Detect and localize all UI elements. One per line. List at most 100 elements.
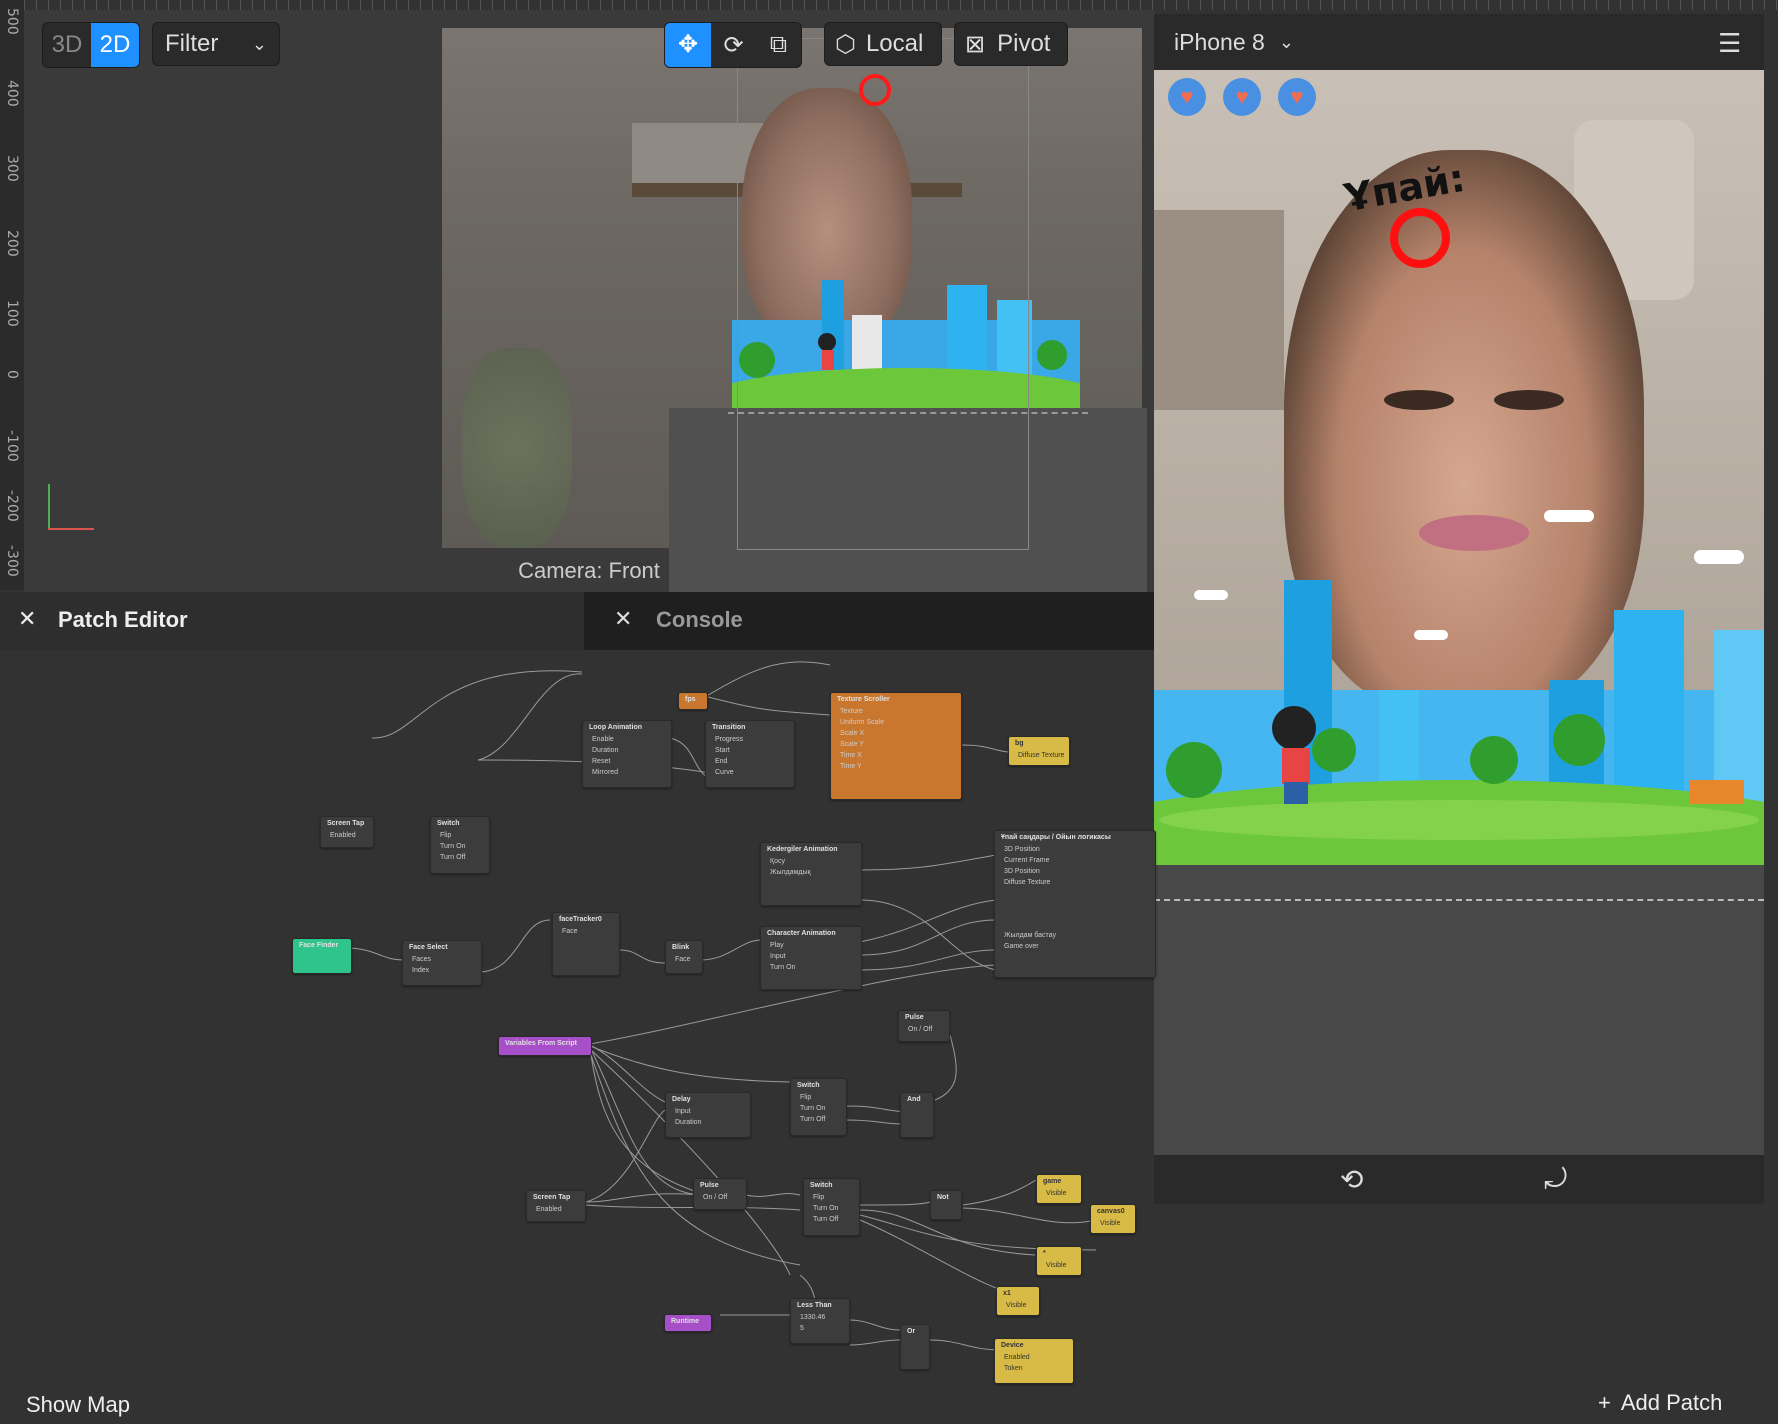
patch-port[interactable]: 3D Position: [995, 866, 1155, 877]
menu-icon[interactable]: ☰: [1718, 28, 1741, 59]
patch-port[interactable]: On / Off: [899, 1024, 949, 1035]
patch-port[interactable]: Жылдамдық: [761, 867, 861, 878]
tab-console[interactable]: ✕ Console: [584, 592, 1154, 650]
patch-canvas0[interactable]: canvas0 Visible: [1090, 1204, 1136, 1234]
patch-and[interactable]: And: [900, 1092, 934, 1138]
patch-port[interactable]: Play: [761, 940, 861, 951]
patch-port[interactable]: Scale Y: [831, 739, 961, 750]
patch-port[interactable]: Time Y: [831, 761, 961, 772]
patch-port[interactable]: Diffuse Texture: [995, 877, 1155, 888]
patch-port[interactable]: Enabled: [321, 830, 373, 841]
mode-3d-button[interactable]: 3D: [43, 31, 91, 59]
pivot-button[interactable]: ⊠ Pivot: [954, 22, 1068, 66]
patch-pulse[interactable]: Pulse On / Off: [898, 1010, 950, 1042]
patch-delay[interactable]: Delay Input Duration: [665, 1092, 751, 1138]
tab-patch-editor[interactable]: ✕ Patch Editor: [0, 592, 584, 650]
patch-port[interactable]: Enabled: [527, 1204, 585, 1215]
patch-port[interactable]: 3D Position: [995, 844, 1155, 855]
patch-port[interactable]: Visible: [1037, 1260, 1081, 1271]
patch-switch[interactable]: Switch Flip Turn On Turn Off: [790, 1078, 847, 1136]
local-button[interactable]: ⬡ Local: [824, 22, 942, 66]
patch-port[interactable]: Turn Off: [791, 1114, 846, 1125]
patch-port[interactable]: Texture: [831, 706, 961, 717]
patch-star[interactable]: * Visible: [1036, 1246, 1082, 1276]
patch-port[interactable]: Duration: [583, 745, 671, 756]
patch-port[interactable]: Turn On: [431, 841, 489, 852]
patch-port[interactable]: Қосу: [761, 856, 861, 867]
patch-or[interactable]: Or: [900, 1324, 930, 1370]
patch-port[interactable]: Turn Off: [804, 1214, 859, 1225]
patch-texture-scroller[interactable]: Texture Scroller Texture Uniform Scale S…: [830, 692, 962, 800]
patch-loop-animation[interactable]: Loop Animation Enable Duration Reset Mir…: [582, 720, 672, 788]
patch-port[interactable]: Enable: [583, 734, 671, 745]
device-preview-canvas[interactable]: ♥ ♥ ♥ Ұпай:: [1154, 70, 1764, 865]
patch-game[interactable]: game Visible: [1036, 1174, 1082, 1204]
patch-port[interactable]: Duration: [666, 1117, 750, 1128]
patch-port[interactable]: Turn On: [804, 1203, 859, 1214]
close-icon[interactable]: ✕: [18, 606, 36, 632]
patch-kedergiler-animation[interactable]: Kedergiler Animation Қосу Жылдамдық: [760, 842, 862, 906]
patch-port[interactable]: 1330.46: [791, 1312, 849, 1323]
patch-port[interactable]: Curve: [706, 767, 794, 778]
patch-port[interactable]: Turn Off: [431, 852, 489, 863]
patch-port[interactable]: Turn On: [791, 1103, 846, 1114]
transform-tools[interactable]: ✥ ⟳ ⧉: [664, 22, 802, 68]
patch-port[interactable]: Flip: [431, 830, 489, 841]
patch-port[interactable]: Visible: [997, 1300, 1039, 1311]
patch-screen-tap[interactable]: Screen Tap Enabled: [526, 1190, 586, 1222]
patch-port[interactable]: Uniform Scale: [831, 717, 961, 728]
view-mode-toggle[interactable]: 3D 2D: [42, 22, 140, 68]
patch-face-tracker[interactable]: faceTracker0 Face: [552, 912, 620, 976]
scale-icon[interactable]: ⧉: [756, 31, 801, 59]
patch-port[interactable]: Faces: [403, 954, 481, 965]
patch-port[interactable]: 5: [791, 1323, 849, 1334]
patch-device[interactable]: Device Enabled Token: [994, 1338, 1074, 1384]
patch-port[interactable]: Mirrored: [583, 767, 671, 778]
rotate-icon[interactable]: ⟳: [711, 31, 756, 60]
patch-port[interactable]: Time X: [831, 750, 961, 761]
patch-not[interactable]: Not: [930, 1190, 962, 1220]
patch-port[interactable]: Flip: [791, 1092, 846, 1103]
patch-port[interactable]: Enabled: [995, 1352, 1073, 1363]
patch-upai-logic[interactable]: Ұпай саңдары / Ойын логикасы 3D Position…: [994, 830, 1156, 978]
patch-port[interactable]: Progress: [706, 734, 794, 745]
patch-transition[interactable]: Transition Progress Start End Curve: [705, 720, 795, 788]
patch-port[interactable]: Scale X: [831, 728, 961, 739]
mode-2d-button[interactable]: 2D: [91, 23, 139, 67]
patch-port[interactable]: Face: [553, 926, 619, 937]
patch-port[interactable]: Жылдам бастау: [995, 930, 1155, 941]
switch-camera-icon[interactable]: ⟲: [1340, 1163, 1363, 1196]
patch-character-animation[interactable]: Character Animation Play Input Turn On: [760, 926, 862, 990]
patch-screen-tap[interactable]: Screen Tap Enabled: [320, 816, 374, 848]
close-icon[interactable]: ✕: [614, 606, 632, 632]
add-patch-button[interactable]: + Add Patch: [1598, 1390, 1722, 1416]
patch-port[interactable]: Start: [706, 745, 794, 756]
device-select[interactable]: iPhone 8 ⌄: [1164, 22, 1312, 62]
rotate-device-icon[interactable]: ⤾: [1544, 1163, 1567, 1196]
patch-face-select[interactable]: Face Select Faces Index: [402, 940, 482, 986]
patch-port[interactable]: Input: [666, 1106, 750, 1117]
patch-port[interactable]: Reset: [583, 756, 671, 767]
filter-dropdown[interactable]: Filter ⌄: [152, 22, 280, 66]
patch-port[interactable]: Face: [666, 954, 702, 965]
patch-switch[interactable]: Switch Flip Turn On Turn Off: [803, 1178, 860, 1236]
patch-port[interactable]: Visible: [1037, 1188, 1081, 1199]
show-map-button[interactable]: Show Map: [26, 1392, 130, 1418]
patch-port[interactable]: Game over: [995, 941, 1155, 952]
patch-port[interactable]: End: [706, 756, 794, 767]
patch-port[interactable]: Token: [995, 1363, 1073, 1374]
patch-switch[interactable]: Switch Flip Turn On Turn Off: [430, 816, 490, 874]
move-icon[interactable]: ✥: [665, 23, 711, 67]
patch-port[interactable]: Index: [403, 965, 481, 976]
patch-canvas[interactable]: fps Texture Scroller Texture Uniform Sca…: [0, 650, 1156, 1424]
patch-port[interactable]: On / Off: [694, 1192, 746, 1203]
patch-port[interactable]: Diffuse Texture: [1009, 750, 1069, 761]
patch-runtime[interactable]: Runtime: [664, 1314, 712, 1332]
patch-bg[interactable]: bg Diffuse Texture: [1008, 736, 1070, 766]
patch-fps[interactable]: fps: [678, 692, 708, 710]
patch-less-than[interactable]: Less Than 1330.46 5: [790, 1298, 850, 1344]
patch-port[interactable]: Current Frame: [995, 855, 1155, 866]
patch-variables-from-script[interactable]: Variables From Script: [498, 1036, 592, 1056]
patch-x1[interactable]: x1 Visible: [996, 1286, 1040, 1316]
patch-port[interactable]: Turn On: [761, 962, 861, 973]
